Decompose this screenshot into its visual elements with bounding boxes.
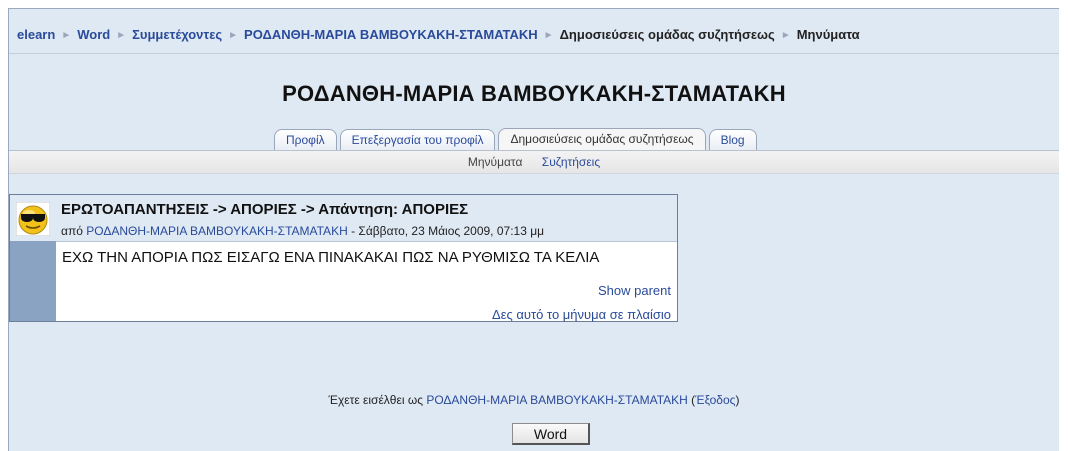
breadcrumb-current: Μηνύματα (796, 27, 860, 42)
post-date: Σάββατο, 23 Μάιος 2009, 07:13 μμ (358, 224, 545, 238)
logout-link[interactable]: Έξοδος (695, 393, 735, 407)
forum-post: ΕΡΩΤΟΑΠΑΝΤΗΣΕΙΣ -> ΑΠΟΡΙΕΣ -> Απάντηση: … (9, 194, 678, 322)
breadcrumb-separator-icon: ► (116, 30, 127, 41)
breadcrumb-separator-icon: ► (61, 30, 72, 41)
breadcrumb-separator-icon: ► (228, 30, 239, 41)
tab-blog[interactable]: Blog (708, 129, 757, 150)
breadcrumb-link-home[interactable]: elearn (17, 27, 55, 42)
tab-forum-posts[interactable]: Δημοσιεύσεις ομάδας συζητήσεως (498, 128, 706, 150)
sunglasses-smiley-icon[interactable] (16, 202, 50, 236)
tab-profile[interactable]: Προφίλ (274, 129, 337, 150)
subtab-bar: Μηνύματα Συζητήσεις (9, 150, 1059, 174)
page-title: ΡΟΔΑΝΘΗ-ΜΑΡΙΑ ΒΑΜΒΟΥΚΑΚΗ-ΣΤΑΜΑΤΑΚΗ (282, 81, 786, 106)
login-info: Έχετε εισέλθει ως ΡΟΔΑΝΘΗ-ΜΑΡΙΑ ΒΑΜΒΟΥΚΑ… (328, 393, 740, 407)
breadcrumb-link-user[interactable]: ΡΟΔΑΝΘΗ-ΜΑΡΙΑ ΒΑΜΒΟΥΚΑΚΗ-ΣΤΑΜΑΤΑΚΗ (244, 27, 538, 42)
breadcrumb-separator-icon: ► (543, 30, 554, 41)
page: elearn ► Word ► Συμμετέχοντες ► ΡΟΔΑΝΘΗ-ΜΑΡΙΑ … (8, 8, 1059, 451)
post-side-column (10, 195, 56, 321)
breadcrumb-link-course[interactable]: Word (77, 27, 110, 42)
breadcrumb-link-participants[interactable]: Συμμετέχοντες (132, 27, 222, 42)
show-parent-link[interactable]: Show parent (598, 283, 671, 298)
navbar: elearn ► Word ► Συμμετέχοντες ► ΡΟΔΑΝΘΗ-ΜΑΡΙΑ … (9, 9, 1059, 54)
breadcrumb-separator-icon: ► (780, 30, 791, 41)
post-subject: ΕΡΩΤΟΑΠΑΝΤΗΣΕΙΣ -> ΑΠΟΡΙΕΣ -> Απάντηση: … (61, 201, 469, 218)
login-info-prefix: Έχετε εισέλθει ως (328, 393, 423, 407)
view-in-frame-link[interactable]: Δες αυτό το μήνυμα σε πλαίσιο (492, 307, 671, 322)
breadcrumb: elearn ► Word ► Συμμετέχοντες ► ΡΟΔΑΝΘΗ-ΜΑΡΙΑ … (17, 27, 860, 42)
subtab-discussions[interactable]: Συζητήσεις (542, 155, 600, 169)
course-home-button[interactable]: Word (512, 423, 590, 445)
profile-tabs: Προφίλ Επεξεργασία του προφίλ Δημοσιεύσεις… (274, 128, 760, 150)
tab-edit-profile[interactable]: Επεξεργασία του προφίλ (339, 129, 496, 150)
post-body: ΕΧΩ ΤΗΝ ΑΠΟΡΙΑ ΠΩΣ ΕΙΣΑΓΩ ΕΝΑ ΠΙΝΑΚΑΚΑΙ … (62, 249, 600, 266)
post-author-link[interactable]: ΡΟΔΑΝΘΗ-ΜΑΡΙΑ ΒΑΜΒΟΥΚΑΚΗ-ΣΤΑΜΑΤΑΚΗ (86, 224, 348, 238)
post-header: ΕΡΩΤΟΑΠΑΝΤΗΣΕΙΣ -> ΑΠΟΡΙΕΣ -> Απάντηση: … (56, 195, 677, 242)
post-by-prefix: από (61, 224, 83, 238)
post-author-line: από ΡΟΔΑΝΘΗ-ΜΑΡΙΑ ΒΑΜΒΟΥΚΑΚΗ-ΣΤΑΜΑΤΑΚΗ -… (61, 224, 545, 238)
logged-in-user-link[interactable]: ΡΟΔΑΝΘΗ-ΜΑΡΙΑ ΒΑΜΒΟΥΚΑΚΗ-ΣΤΑΜΑΤΑΚΗ (426, 393, 688, 407)
breadcrumb-item-forum-posts: Δημοσιεύσεις ομάδας συζητήσεως (559, 27, 775, 42)
subtab-posts[interactable]: Μηνύματα (468, 155, 523, 169)
